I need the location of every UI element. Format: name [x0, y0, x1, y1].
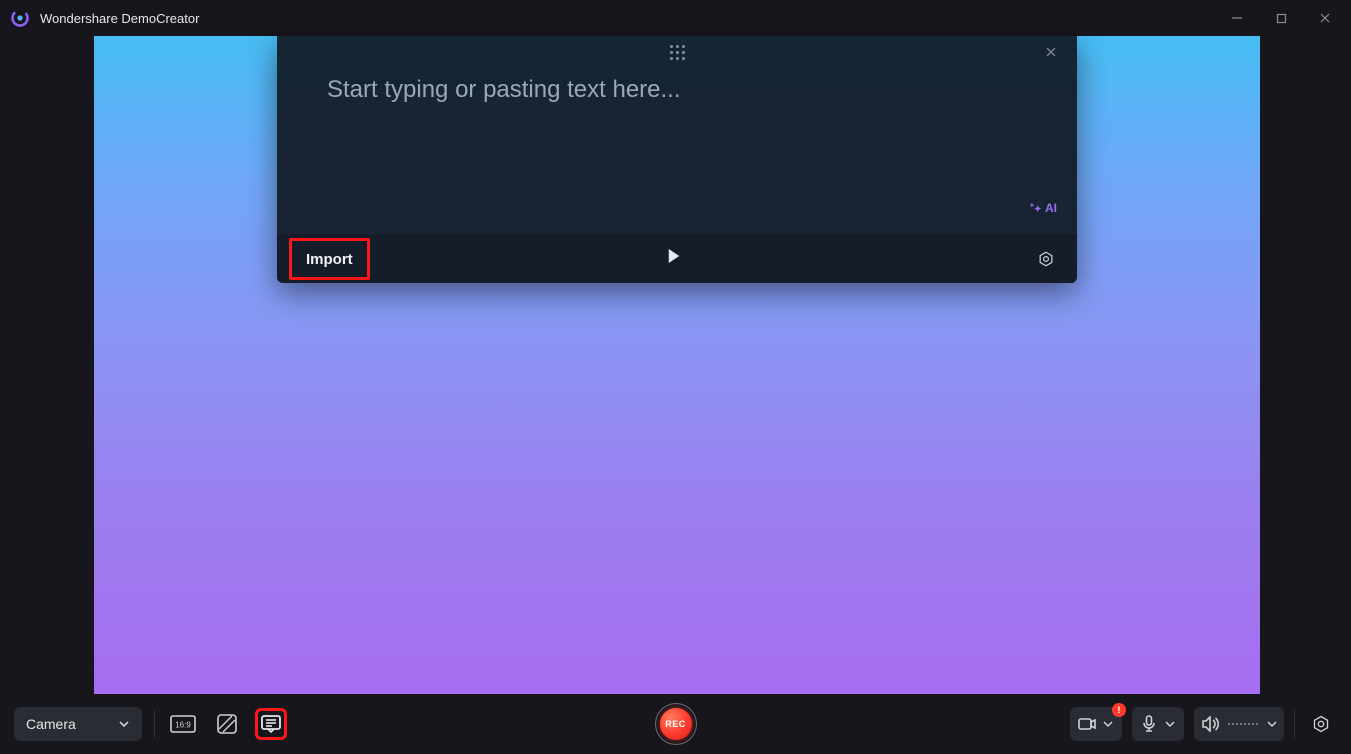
panel-drag-handle[interactable] [277, 36, 1077, 68]
bottom-toolbar: Camera 16:9 REC ! [0, 694, 1351, 754]
svg-text:16:9: 16:9 [175, 721, 191, 730]
app-logo [10, 8, 30, 28]
window-maximize-button[interactable] [1259, 0, 1303, 36]
import-button[interactable]: Import [289, 238, 370, 280]
window-close-button[interactable] [1303, 0, 1347, 36]
source-label: Camera [26, 716, 76, 732]
source-select[interactable]: Camera [14, 707, 142, 741]
app-title: Wondershare DemoCreator [40, 11, 199, 26]
camera-device-menu[interactable]: ! [1070, 707, 1122, 741]
chevron-down-icon [1264, 719, 1280, 729]
teleprompter-textarea[interactable] [327, 76, 1027, 225]
background-button[interactable] [211, 708, 243, 740]
grip-icon [670, 45, 685, 60]
chevron-down-icon [118, 718, 130, 730]
chevron-down-icon [1100, 719, 1116, 729]
window-minimize-button[interactable] [1215, 0, 1259, 36]
speaker-device-menu[interactable] [1194, 707, 1284, 741]
stage-area: AI Import [0, 36, 1351, 694]
camera-icon [1076, 717, 1098, 731]
teleprompter-footer: Import [277, 233, 1077, 283]
microphone-icon [1138, 715, 1160, 733]
panel-close-button[interactable] [1041, 42, 1061, 62]
ai-label: AI [1045, 201, 1057, 215]
ai-generate-button[interactable]: AI [1029, 201, 1057, 215]
separator [154, 710, 155, 738]
separator [1294, 710, 1295, 738]
camera-alert-badge: ! [1112, 703, 1126, 717]
teleprompter-panel: AI Import [277, 36, 1077, 283]
aspect-ratio-button[interactable]: 16:9 [167, 708, 199, 740]
teleprompter-play-button[interactable] [667, 248, 687, 270]
settings-button[interactable] [1305, 708, 1337, 740]
teleprompter-toggle-button[interactable] [255, 708, 287, 740]
microphone-device-menu[interactable] [1132, 707, 1184, 741]
teleprompter-settings-button[interactable] [1037, 250, 1055, 268]
chevron-down-icon [1162, 719, 1178, 729]
audio-level-dots [1224, 723, 1262, 725]
record-button[interactable]: REC [655, 703, 697, 745]
speaker-icon [1200, 716, 1222, 732]
record-label: REC [665, 719, 686, 729]
titlebar: Wondershare DemoCreator [0, 0, 1351, 36]
